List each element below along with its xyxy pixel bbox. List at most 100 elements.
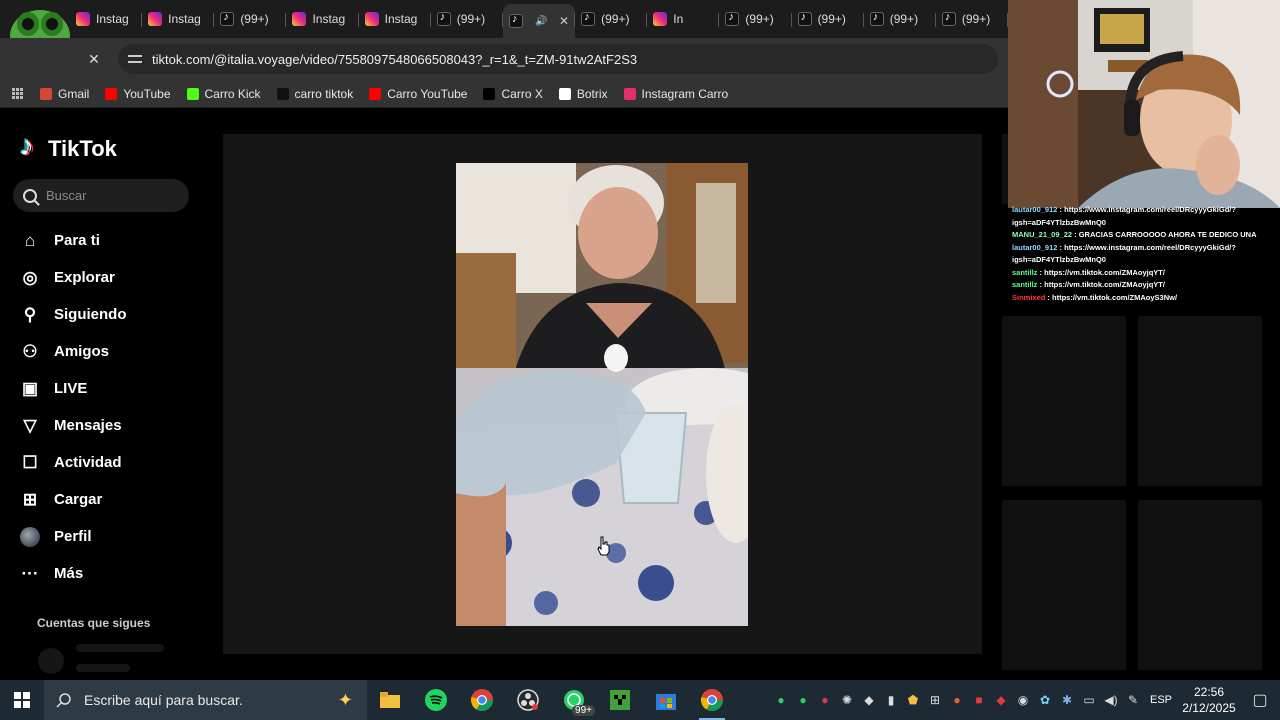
chat-text: https://www.instagram.com/reel/DRcyyyGki…	[1064, 205, 1236, 214]
video-tile[interactable]	[1002, 316, 1126, 486]
app-tray-icon[interactable]: ◆	[990, 680, 1012, 720]
pen-icon[interactable]: ✎	[1122, 680, 1144, 720]
whatsapp-tray-icon[interactable]: ●	[770, 680, 792, 720]
nav-item[interactable]: Perfil	[20, 518, 210, 555]
url-field[interactable]: tiktok.com/@italia.voyage/video/75580975…	[118, 44, 998, 74]
browser-tab[interactable]: (99+)	[792, 4, 864, 34]
video-tile[interactable]	[1138, 316, 1262, 486]
app-tray-icon[interactable]: ■	[968, 680, 990, 720]
chrome-app[interactable]	[459, 680, 505, 720]
instagram-icon	[76, 12, 90, 26]
app-tray-icon[interactable]: ▮	[880, 680, 902, 720]
folder-icon	[380, 692, 400, 708]
obs-app[interactable]	[505, 680, 551, 720]
bookmark-item[interactable]: carro tiktok	[276, 87, 353, 101]
tiktok-icon	[581, 11, 596, 26]
nav-item[interactable]: ⌂ Para ti	[20, 222, 210, 259]
app-tray-icon[interactable]: ✿	[1034, 680, 1056, 720]
bookmark-item[interactable]: Gmail	[40, 87, 89, 101]
nav-item[interactable]: ◎ Explorar	[20, 259, 210, 296]
chat-text: https://www.instagram.com/reel/DRcyyyGki…	[1064, 242, 1236, 252]
browser-tab[interactable]: Instag	[286, 4, 359, 34]
nav-label: Más	[54, 565, 84, 582]
spotify-app[interactable]	[413, 680, 459, 720]
nav-item[interactable]: ⊞ Cargar	[20, 481, 210, 518]
nav-item[interactable]: ▽ Mensajes	[20, 407, 210, 444]
taskbar-search-placeholder: Escribe aquí para buscar.	[84, 692, 243, 708]
discord-tray-icon[interactable]: ◆	[858, 680, 880, 720]
chrome-icon	[471, 689, 493, 711]
nav-item[interactable]: ⚇ Amigos	[20, 333, 210, 370]
loading-line-placeholder	[76, 664, 130, 672]
video-player[interactable]	[456, 163, 748, 626]
bookmark-label: Gmail	[58, 86, 90, 101]
bookmark-favicon-icon	[623, 87, 636, 100]
browser-tab[interactable]: (99+)	[719, 4, 792, 34]
language-indicator[interactable]: ESP	[1144, 694, 1178, 706]
taskbar-search-input[interactable]: Escribe aquí para buscar. ✦	[44, 680, 367, 720]
browser-tab[interactable]: Instag	[359, 4, 431, 34]
bookmark-item[interactable]: Carro Kick	[186, 87, 261, 101]
file-explorer-app[interactable]	[367, 680, 413, 720]
browser-tab[interactable]: (99+)	[936, 4, 1009, 34]
browser-tab[interactable]: (99+)	[214, 4, 287, 34]
video-tile[interactable]	[1002, 500, 1126, 670]
shield-tray-icon[interactable]: ⬟	[902, 680, 924, 720]
nav-item[interactable]: ☐ Actividad	[20, 444, 210, 481]
minecraft-app[interactable]	[597, 680, 643, 720]
openai-tray-icon[interactable]: ✺	[836, 680, 858, 720]
app-tray-icon[interactable]: ⊞	[924, 680, 946, 720]
side-panel-edge	[1002, 134, 1008, 204]
bookmark-item[interactable]: Carro X	[483, 87, 543, 101]
stream-chat: lautar00_912 : https://www.instagram.com…	[1008, 204, 1272, 308]
person-follow-icon: ⚲	[23, 304, 37, 324]
bookmarks-bar: Gmail YouTube Carro Kick carro tiktok Carro …	[0, 80, 1008, 108]
bookmark-favicon-icon	[105, 87, 118, 100]
clock[interactable]: 22:56 2/12/2025	[1178, 684, 1240, 716]
browser-tab[interactable]: In	[647, 4, 720, 34]
streamer-webcam	[1008, 0, 1280, 208]
spotify-tray-icon[interactable]: ●	[792, 680, 814, 720]
speaker-icon[interactable]: 🔊	[535, 16, 547, 27]
close-icon[interactable]: ✕	[80, 51, 108, 68]
store-app[interactable]	[643, 680, 689, 720]
search-input[interactable]: Buscar	[13, 179, 189, 212]
url-text[interactable]: tiktok.com/@italia.voyage/video/75580975…	[152, 52, 637, 67]
browser-tab[interactable]: (99+)	[864, 4, 936, 34]
tab-label: (99+)	[456, 12, 486, 26]
app-tray-icon[interactable]: ●	[814, 680, 836, 720]
nav-item[interactable]: ▣ LIVE	[20, 370, 210, 407]
chrome-active-window[interactable]	[689, 680, 735, 720]
steam-tray-icon[interactable]: ◉	[1012, 680, 1034, 720]
windows-taskbar: Escribe aquí para buscar. ✦ 99+ ● ● ● ✺ …	[0, 680, 1280, 720]
start-button[interactable]	[0, 692, 44, 708]
site-settings-icon[interactable]	[128, 52, 142, 66]
whatsapp-app[interactable]: 99+	[551, 680, 597, 720]
bluetooth-tray-icon[interactable]: ✱	[1056, 680, 1078, 720]
tab-label: (99+)	[745, 12, 774, 26]
nav-item[interactable]: ⚲ Siguiendo	[20, 296, 210, 333]
network-icon[interactable]: ▭	[1078, 680, 1100, 720]
browser-tab[interactable]: 🔊✕	[502, 4, 576, 38]
bookmark-item[interactable]: Carro YouTube	[369, 87, 467, 101]
app-tray-icon[interactable]: ●	[946, 680, 968, 720]
browser-tab[interactable]: Instag	[142, 4, 215, 34]
bookmark-item[interactable]: Instagram Carro	[623, 87, 728, 101]
store-icon	[656, 694, 676, 710]
nav-label: Mensajes	[54, 417, 122, 434]
volume-icon[interactable]: ◀)	[1100, 680, 1122, 720]
nav-item[interactable]: ··· Más	[20, 555, 210, 592]
avatar-icon	[20, 526, 40, 547]
instagram-icon	[653, 12, 668, 26]
notifications-icon[interactable]: ▢	[1240, 680, 1280, 720]
browser-tab[interactable]: (99+)	[575, 4, 648, 34]
tiktok-logo[interactable]: TikTok	[20, 130, 117, 162]
instagram-icon	[292, 12, 307, 26]
video-tile[interactable]	[1138, 500, 1262, 670]
browser-tab[interactable]: Instag	[70, 4, 143, 34]
bookmark-item[interactable]: Botrix	[558, 87, 608, 101]
close-tab-icon[interactable]: ✕	[559, 14, 569, 28]
apps-grid-icon[interactable]	[12, 87, 24, 100]
bookmark-item[interactable]: YouTube	[105, 87, 171, 101]
browser-tab[interactable]: (99+)	[431, 4, 503, 34]
